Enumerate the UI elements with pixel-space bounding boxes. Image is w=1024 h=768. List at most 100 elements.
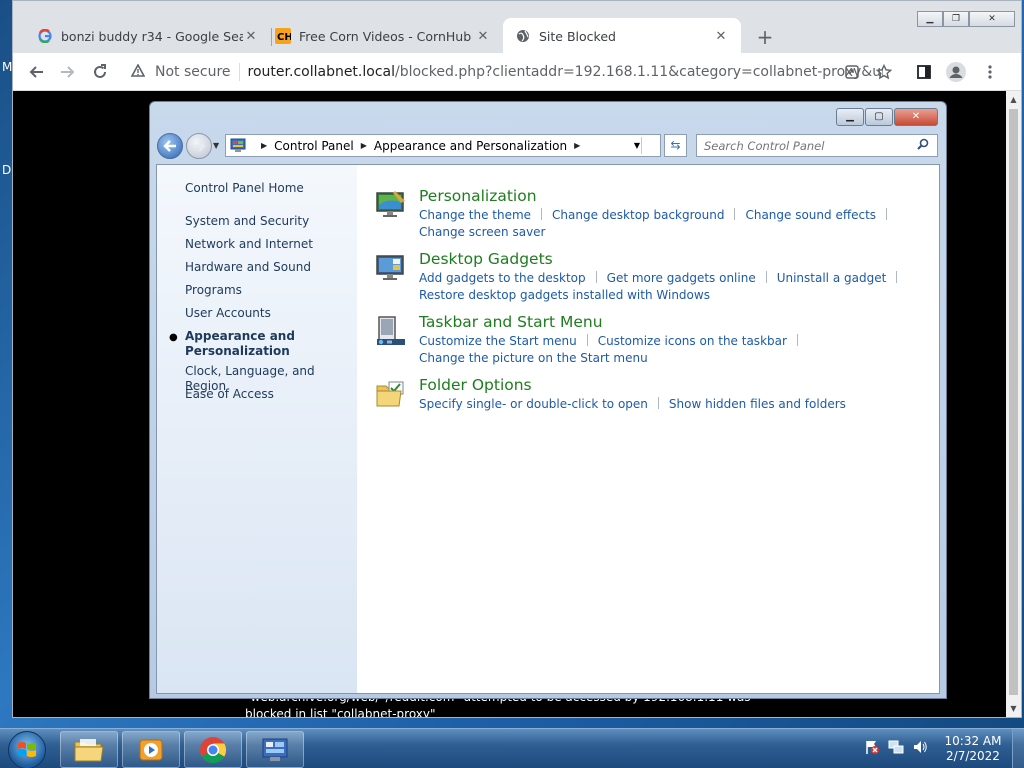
start-button[interactable]	[8, 731, 46, 768]
link-show-hidden-files[interactable]: Show hidden files and folders	[669, 397, 846, 411]
close-tab-icon[interactable]: ✕	[243, 29, 259, 44]
link-customize-taskbar-icons[interactable]: Customize icons on the taskbar	[598, 334, 787, 348]
taskbar-control-panel-button[interactable]	[246, 731, 304, 768]
google-favicon-icon	[37, 28, 53, 44]
scrollbar-thumb[interactable]	[1009, 109, 1018, 695]
forward-arrow-icon[interactable]	[57, 61, 79, 83]
warning-triangle-icon[interactable]	[130, 62, 149, 81]
link-change-background[interactable]: Change desktop background	[552, 208, 724, 222]
tab-cornhub[interactable]: CH Free Corn Videos - CornHub ✕	[263, 18, 503, 54]
link-separator	[586, 334, 588, 346]
taskbar-chrome-button[interactable]	[184, 731, 242, 768]
scroll-down-icon[interactable]: ▼	[1006, 704, 1021, 713]
desktop-icon-label-d[interactable]: D	[2, 163, 11, 177]
address-dropdown-icon[interactable]: ▼	[634, 141, 640, 150]
url-host: router.collabnet.local	[247, 64, 395, 80]
link-add-gadgets[interactable]: Add gadgets to the desktop	[419, 271, 586, 285]
volume-icon[interactable]	[912, 739, 928, 755]
maximize-button[interactable]: ▢	[865, 108, 893, 126]
sidebar-item-programs[interactable]: Programs	[185, 283, 242, 298]
network-icon[interactable]	[888, 739, 904, 755]
breadcrumb-chevron-icon[interactable]: ▶	[361, 141, 367, 150]
desktop-icon-label-m[interactable]: M	[2, 60, 12, 74]
restore-button[interactable]: ❐	[943, 11, 969, 27]
category-taskbar-start-menu: Taskbar and Start Menu Customize the Sta…	[375, 313, 935, 367]
link-change-sound-effects[interactable]: Change sound effects	[745, 208, 876, 222]
category-title[interactable]: Taskbar and Start Menu	[419, 313, 603, 331]
breadcrumb-control-panel[interactable]: Control Panel	[274, 139, 354, 153]
recent-pages-dropdown-icon[interactable]: ▼	[213, 141, 219, 150]
link-change-start-picture[interactable]: Change the picture on the Start menu	[419, 351, 648, 365]
side-panel-icon[interactable]	[913, 61, 935, 83]
link-separator	[734, 208, 736, 220]
profile-avatar-icon[interactable]	[945, 61, 967, 83]
control-panel-sidebar: Control Panel Home System and Security N…	[157, 165, 357, 693]
bookmark-star-icon[interactable]	[873, 61, 895, 83]
category-title[interactable]: Personalization	[419, 187, 537, 205]
system-clock[interactable]: 10:32 AM 2/7/2022	[942, 734, 1004, 764]
breadcrumb-chevron-icon[interactable]: ▶	[574, 141, 580, 150]
chrome-window-controls: ▁ ❐ ✕	[917, 11, 1015, 27]
search-input[interactable]	[704, 135, 917, 156]
taskbar-start-menu-icon	[375, 315, 407, 347]
link-restore-gadgets[interactable]: Restore desktop gadgets installed with W…	[419, 288, 710, 302]
minimize-button[interactable]: ▁	[836, 108, 864, 126]
back-arrow-icon[interactable]	[25, 61, 47, 83]
search-box[interactable]	[696, 134, 938, 157]
category-title[interactable]: Desktop Gadgets	[419, 250, 553, 268]
current-item-bullet-icon: ●	[169, 332, 178, 343]
category-title[interactable]: Folder Options	[419, 376, 532, 394]
sidebar-item-network[interactable]: Network and Internet	[185, 237, 313, 252]
link-separator	[796, 334, 798, 346]
forward-button[interactable]	[186, 133, 212, 159]
sidebar-item-user-accounts[interactable]: User Accounts	[185, 306, 271, 321]
tab-title: Site Blocked	[539, 28, 616, 44]
back-button[interactable]	[157, 133, 183, 159]
close-tab-icon[interactable]: ✕	[713, 29, 729, 44]
link-change-theme[interactable]: Change the theme	[419, 208, 531, 222]
breadcrumb-appearance[interactable]: Appearance and Personalization	[374, 139, 567, 153]
category-folder-options: Folder Options Specify single- or double…	[375, 376, 935, 416]
control-panel-address-bar[interactable]: ▶ Control Panel ▶ Appearance and Persona…	[225, 134, 661, 157]
not-secure-label[interactable]: Not secure	[155, 64, 231, 80]
page-scrollbar[interactable]: ▲ ▼	[1006, 91, 1021, 717]
scroll-up-icon[interactable]: ▲	[1006, 95, 1021, 104]
breadcrumb-chevron-icon[interactable]: ▶	[261, 141, 267, 150]
search-icon[interactable]	[917, 138, 937, 154]
close-window-button[interactable]: ✕	[894, 108, 938, 126]
taskbar-explorer-button[interactable]	[60, 731, 118, 768]
kebab-menu-icon[interactable]	[979, 61, 1001, 83]
link-single-double-click[interactable]: Specify single- or double-click to open	[419, 397, 648, 411]
new-tab-button[interactable]: +	[755, 25, 775, 49]
refresh-button[interactable]: ⇆	[664, 134, 687, 157]
link-separator	[896, 271, 898, 283]
link-separator	[765, 271, 767, 283]
link-customize-start-menu[interactable]: Customize the Start menu	[419, 334, 577, 348]
url-text[interactable]: router.collabnet.local/blocked.php?clien…	[248, 64, 883, 80]
share-icon[interactable]	[841, 61, 863, 83]
link-get-more-gadgets[interactable]: Get more gadgets online	[607, 271, 756, 285]
taskbar-media-player-button[interactable]	[122, 731, 180, 768]
link-change-screen-saver[interactable]: Change screen saver	[419, 225, 546, 239]
reload-icon[interactable]	[89, 61, 111, 83]
link-uninstall-gadget[interactable]: Uninstall a gadget	[777, 271, 887, 285]
control-panel-body: Control Panel Home System and Security N…	[156, 164, 940, 694]
sidebar-item-system-security[interactable]: System and Security	[185, 214, 309, 229]
sidebar-item-home[interactable]: Control Panel Home	[185, 181, 304, 196]
close-tab-icon[interactable]: ✕	[475, 29, 491, 44]
action-center-flag-icon[interactable]	[864, 739, 880, 755]
sidebar-item-hardware-sound[interactable]: Hardware and Sound	[185, 260, 311, 275]
link-separator	[595, 271, 597, 283]
minimize-button[interactable]: ▁	[917, 11, 943, 27]
tab-strip: bonzi buddy r34 - Google Search ✕ CH Fre…	[13, 1, 1021, 54]
control-panel-icon	[262, 738, 288, 761]
sidebar-item-ease-of-access[interactable]: Ease of Access	[185, 387, 274, 402]
category-links: Specify single- or double-click to open S…	[419, 396, 919, 413]
omnibox-divider	[238, 63, 240, 81]
address-bar[interactable]: Not secure router.collabnet.local/blocke…	[125, 58, 883, 86]
show-desktop-button[interactable]	[1012, 729, 1024, 768]
close-window-button[interactable]: ✕	[969, 11, 1015, 27]
sidebar-item-appearance: Appearance and Personalization	[185, 329, 295, 359]
tab-site-blocked[interactable]: Site Blocked ✕	[503, 18, 741, 54]
tab-google-search[interactable]: bonzi buddy r34 - Google Search ✕	[25, 18, 271, 54]
